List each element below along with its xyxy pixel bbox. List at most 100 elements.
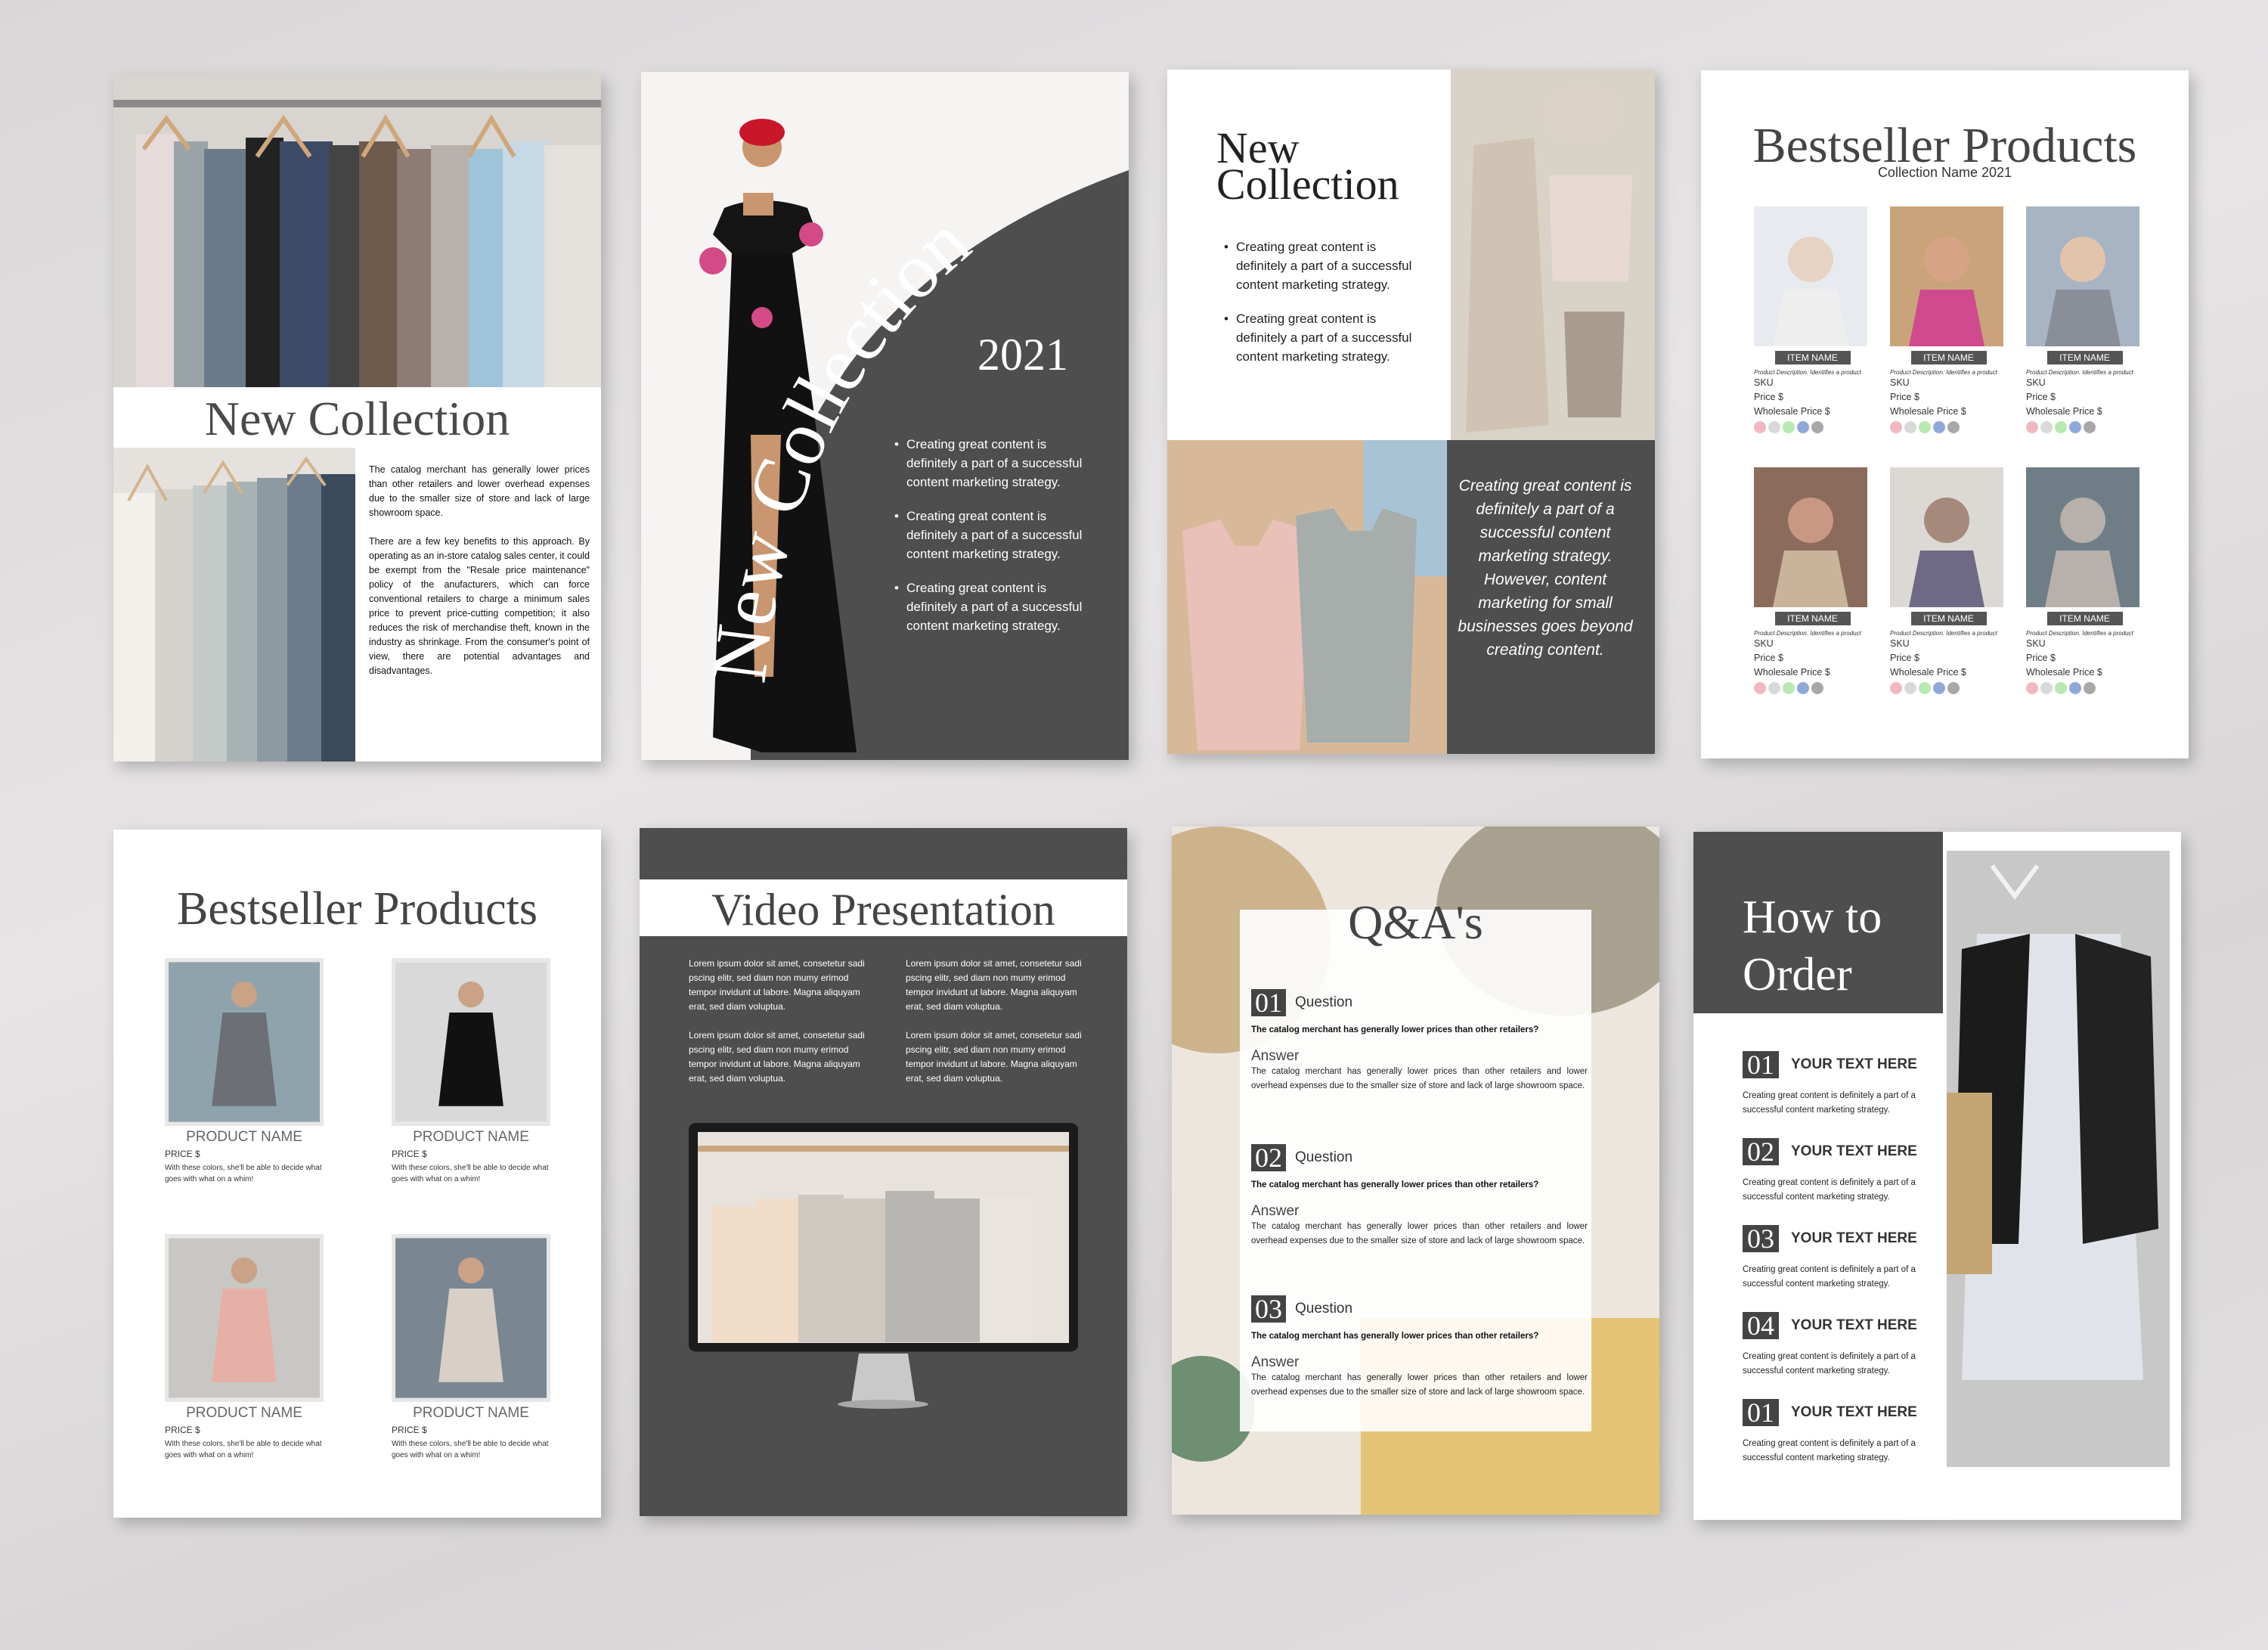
- step-header: 01 YOUR TEXT HERE: [1743, 1051, 1947, 1078]
- question-label: Question: [1295, 1149, 1353, 1165]
- color-swatch[interactable]: [1768, 421, 1780, 433]
- bullet-item: Creating great content is definitely a p…: [894, 578, 1091, 635]
- order-step: 01 YOUR TEXT HERE Creating great content i…: [1743, 1051, 1947, 1118]
- order-step: 02 YOUR TEXT HERE Creating great content i…: [1743, 1138, 1947, 1205]
- sku-label: SKU: [2026, 377, 2046, 388]
- color-swatch[interactable]: [1919, 421, 1931, 433]
- color-swatch[interactable]: [1933, 682, 1945, 694]
- monitor-video-player[interactable]: [689, 1123, 1078, 1410]
- color-swatch[interactable]: [1933, 421, 1945, 433]
- page-qa: Q&A's 01 Question The catalog merchant has…: [1172, 827, 1659, 1515]
- product-card[interactable]: ITEM NAME Product Description. Identifies…: [1754, 206, 1871, 433]
- clothes-rack-photo: [113, 73, 601, 387]
- color-swatch[interactable]: [2026, 682, 2038, 694]
- title-word-new: New: [696, 523, 807, 687]
- product-photo: [392, 1234, 550, 1402]
- price-label: Price $: [1754, 392, 1783, 402]
- color-swatch[interactable]: [2040, 421, 2053, 433]
- color-swatch[interactable]: [1947, 682, 1960, 694]
- color-swatch[interactable]: [1947, 421, 1960, 433]
- product-name: PRODUCT NAME: [413, 1405, 529, 1421]
- color-swatch[interactable]: [2055, 682, 2067, 694]
- color-swatch[interactable]: [1754, 682, 1766, 694]
- color-swatch[interactable]: [2069, 421, 2081, 433]
- wholesale-price-label: Wholesale Price $: [1890, 406, 1966, 417]
- color-swatch[interactable]: [2084, 421, 2096, 433]
- color-swatch[interactable]: [1919, 682, 1931, 694]
- price-label: Price $: [1890, 653, 1919, 663]
- product-photo: [1890, 206, 2003, 346]
- product-card[interactable]: ITEM NAME Product Description. Identifies…: [2026, 206, 2143, 433]
- item-name-badge: ITEM NAME: [2046, 351, 2123, 364]
- color-swatch[interactable]: [1797, 682, 1809, 694]
- color-swatches: [1754, 682, 1871, 694]
- color-swatch[interactable]: [2069, 682, 2081, 694]
- product-card[interactable]: ITEM NAME Product Description. Identifies…: [1890, 206, 2007, 433]
- product-card[interactable]: PRODUCT NAME PRICE $ With these colors, sh…: [392, 958, 558, 1185]
- product-photo: [392, 958, 550, 1126]
- color-swatch[interactable]: [2040, 682, 2053, 694]
- item-name-badge: ITEM NAME: [1774, 351, 1851, 364]
- color-swatch[interactable]: [1904, 682, 1916, 694]
- bullet-item: Creating great content is definitely a p…: [894, 507, 1091, 563]
- step-header: 02 YOUR TEXT HERE: [1743, 1138, 1947, 1165]
- color-swatch[interactable]: [1783, 682, 1795, 694]
- sku-label: SKU: [1890, 377, 1910, 388]
- year-label: 2021: [978, 330, 1068, 380]
- title-line-2: Collection: [1216, 160, 1399, 209]
- answer-text: The catalog merchant has generally lower…: [1251, 1373, 1588, 1397]
- text-column-left: Lorem ipsum dolor sit amet, consetetur s…: [689, 957, 878, 1100]
- lorem-paragraph: Lorem ipsum dolor sit amet, consetetur s…: [906, 958, 1082, 1012]
- product-description: Product Description. Identifies a produc…: [1754, 630, 1861, 637]
- product-photo: [1754, 467, 1867, 607]
- product-card[interactable]: ITEM NAME Product Description. Identifies…: [2026, 467, 2143, 694]
- color-swatches: [1890, 421, 2007, 433]
- page-new-collection-1: New Collection The catalog merchant has …: [113, 73, 601, 761]
- product-photo: [165, 1234, 324, 1402]
- product-card[interactable]: PRODUCT NAME PRICE $ With these colors, sh…: [392, 1234, 558, 1461]
- wholesale-price-label: Wholesale Price $: [1754, 667, 1830, 678]
- color-swatch[interactable]: [1811, 421, 1823, 433]
- price-label: PRICE $: [392, 1425, 427, 1435]
- color-swatch[interactable]: [1783, 421, 1795, 433]
- page-new-collection-3: New Collection Creating great content is…: [1167, 70, 1655, 754]
- collection-subtitle: Collection Name 2021: [1877, 165, 2012, 180]
- item-name-badge: ITEM NAME: [1910, 351, 1987, 364]
- price-label: Price $: [1890, 392, 1919, 402]
- step-description: Creating great content is definitely a p…: [1743, 1265, 1916, 1289]
- color-swatch[interactable]: [2026, 421, 2038, 433]
- page-video-presentation: Video Presentation Lorem ipsum dolor sit…: [640, 828, 1127, 1516]
- color-swatch[interactable]: [1811, 682, 1823, 694]
- wholesale-price-label: Wholesale Price $: [2026, 406, 2102, 417]
- page-title: Video Presentation: [711, 885, 1055, 935]
- product-card[interactable]: PRODUCT NAME PRICE $ With these colors, sh…: [165, 958, 331, 1185]
- step-number: 02: [1743, 1138, 1779, 1165]
- step-description: Creating great content is definitely a p…: [1743, 1352, 1916, 1376]
- color-swatch[interactable]: [1904, 421, 1916, 433]
- wholesale-price-label: Wholesale Price $: [1890, 667, 1966, 678]
- color-swatch[interactable]: [2084, 682, 2096, 694]
- product-card[interactable]: PRODUCT NAME PRICE $ With these colors, sh…: [165, 1234, 331, 1461]
- color-swatch[interactable]: [1754, 421, 1766, 433]
- answer-label: Answer: [1251, 1048, 1300, 1064]
- step-description: Creating great content is definitely a p…: [1743, 1091, 1916, 1115]
- item-name-badge: ITEM NAME: [2046, 612, 2123, 625]
- color-swatch[interactable]: [1890, 421, 1902, 433]
- title-line-2: Order: [1743, 949, 1852, 1000]
- color-swatch[interactable]: [1797, 421, 1809, 433]
- color-swatch[interactable]: [1890, 682, 1902, 694]
- qa-item: 03 Question The catalog merchant has gener…: [1251, 1295, 1588, 1400]
- answer-text: The catalog merchant has generally lower…: [1251, 1222, 1588, 1245]
- product-card[interactable]: ITEM NAME Product Description. Identifies…: [1890, 467, 2007, 694]
- qa-header: 01 Question: [1251, 989, 1588, 1016]
- step-header: 01 YOUR TEXT HERE: [1743, 1399, 1947, 1426]
- color-swatch[interactable]: [2055, 421, 2067, 433]
- product-photo: [1754, 206, 1867, 346]
- wholesale-price-label: Wholesale Price $: [2026, 667, 2102, 678]
- quote-text: Creating great content is definitely a p…: [1458, 477, 1633, 659]
- sku-label: SKU: [1754, 377, 1774, 388]
- qa-number: 02: [1251, 1144, 1286, 1171]
- product-photo: [2026, 206, 2139, 346]
- color-swatch[interactable]: [1768, 682, 1780, 694]
- product-card[interactable]: ITEM NAME Product Description. Identifies…: [1754, 467, 1871, 694]
